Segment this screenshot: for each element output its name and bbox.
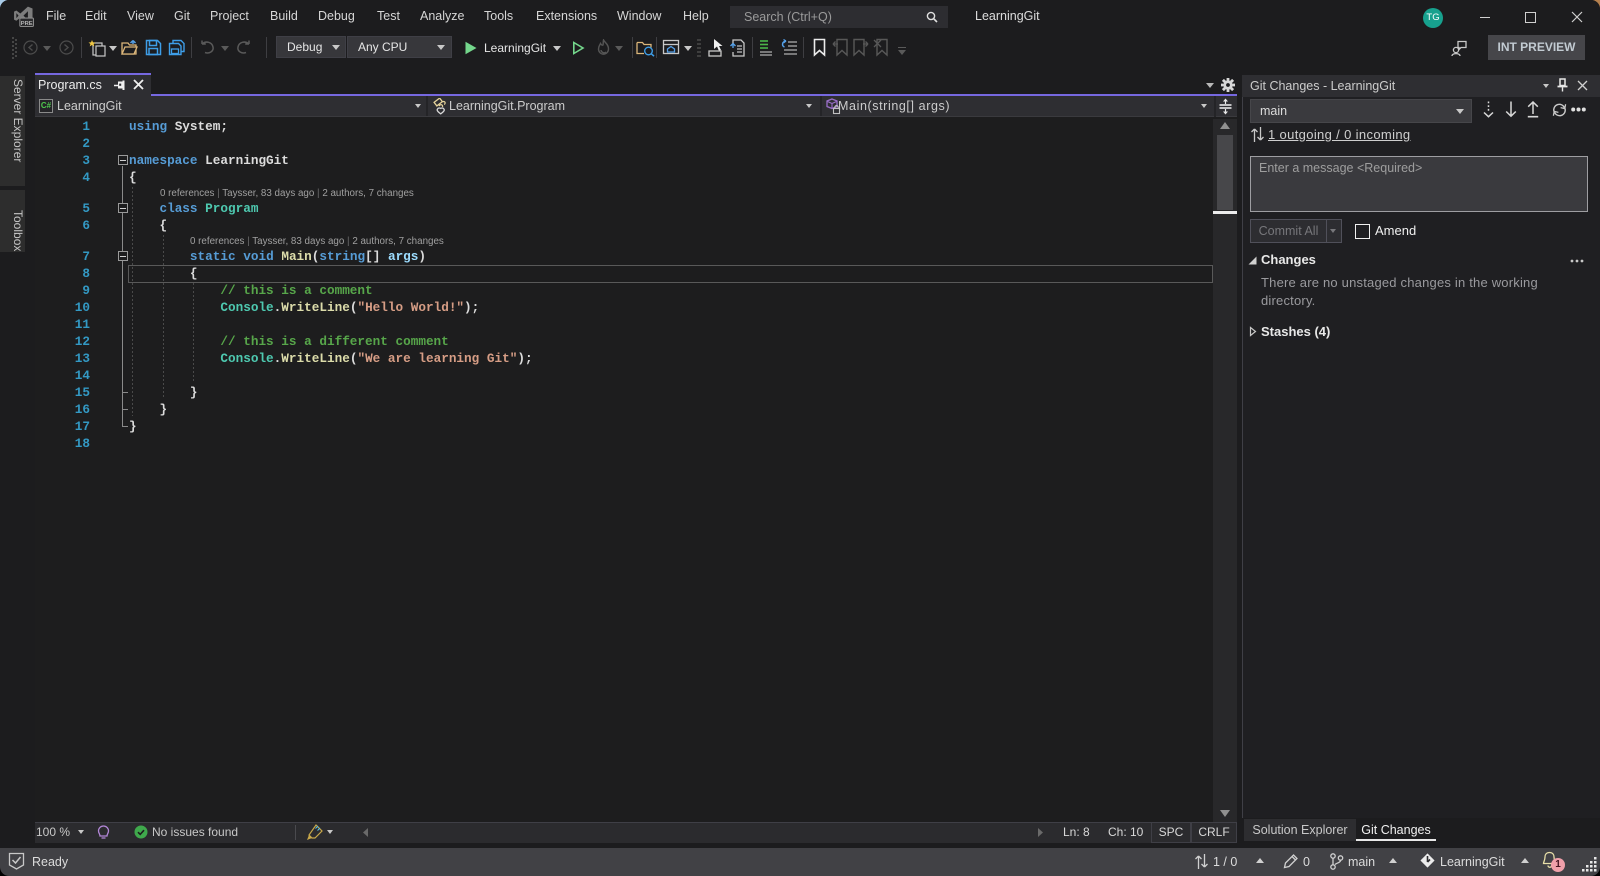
svg-text:PRE: PRE — [21, 21, 33, 27]
